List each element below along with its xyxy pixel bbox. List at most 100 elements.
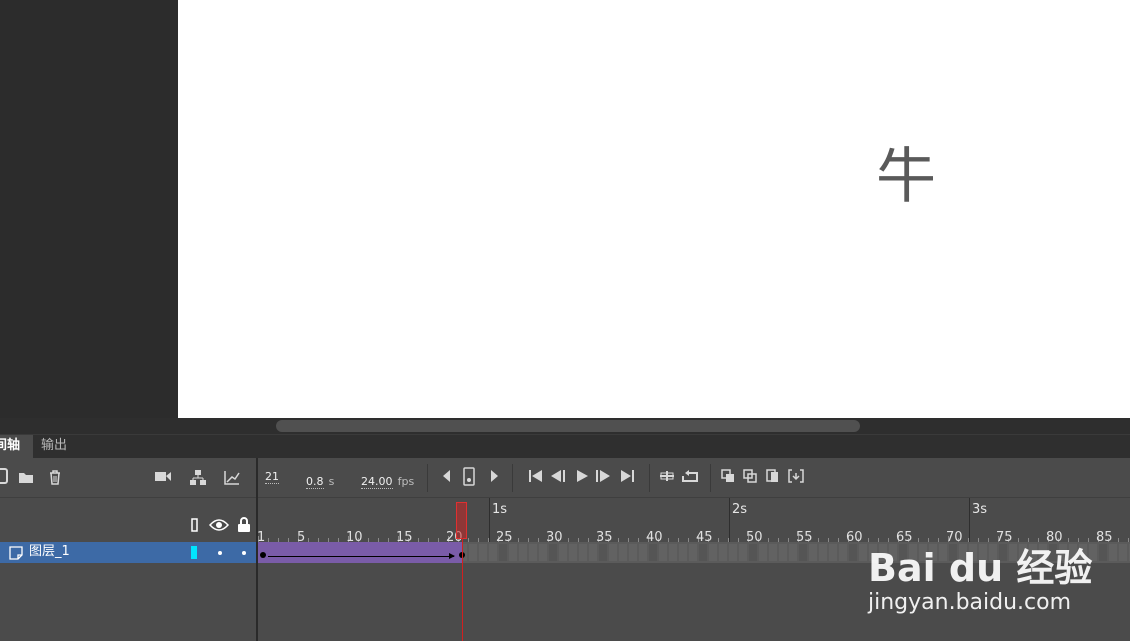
frame-cell [789,544,797,561]
play-icon[interactable] [572,469,592,487]
center-frame-icon[interactable] [657,469,677,487]
toolbar-separator [512,464,513,492]
toolbar-separator [710,464,711,492]
frame-cell [849,544,857,561]
go-to-first-frame-icon[interactable] [526,469,546,487]
loop-icon[interactable] [680,468,700,486]
left-panel [0,0,178,418]
frame-cell [539,544,547,561]
motion-editor-icon[interactable] [222,469,242,487]
frame-cell [689,544,697,561]
go-to-last-frame-icon[interactable] [617,469,637,487]
delete-layer-icon[interactable] [45,469,65,487]
playhead[interactable] [456,502,467,539]
lock-all-icon[interactable] [234,517,254,535]
stage-text-object[interactable]: 牛 [876,142,936,212]
layer-lock-dot[interactable] [242,551,246,555]
frame-cell [579,544,587,561]
frame-cell [529,544,537,561]
frame-cell [549,544,557,561]
layer-name[interactable]: 图层_1 [29,544,70,560]
tab-output[interactable]: 输出 [33,435,81,459]
frame-cell [499,544,507,561]
layer-outline-header-icon[interactable] [185,518,205,536]
panel-tab-bar: 间轴 输出 [0,434,1130,459]
frame-cell [469,544,477,561]
onion-skin-icon[interactable] [719,469,739,487]
second-label: 3s [972,502,988,517]
start-keyframe[interactable] [260,552,266,558]
frame-rate[interactable]: 24.00 fps [361,470,414,489]
modify-markers-icon[interactable] [786,469,806,487]
step-forward-icon[interactable] [593,469,613,487]
frame-cell [619,544,627,561]
frame-cell [659,544,667,561]
frame-cell [759,544,767,561]
frame-cell [669,544,677,561]
insert-keyframe-icon[interactable] [459,467,479,486]
frame-cell [769,544,777,561]
layer-parenting-icon[interactable] [188,469,208,487]
watermark-url: jingyan.baidu.com [868,590,1072,615]
layer-type-icon [8,545,24,561]
camera-icon[interactable] [153,469,173,487]
tab-timeline[interactable]: 间轴 [0,435,33,459]
elapsed-time[interactable]: 0.8 s [306,470,334,489]
layer-visibility-dot[interactable] [218,551,222,555]
scrollbar-thumb[interactable] [276,420,860,432]
tween-arrow-head [449,553,455,559]
frame-cell [1099,544,1107,561]
frame-cell [799,544,807,561]
second-label: 2s [732,502,748,517]
edit-multiple-frames-icon[interactable] [763,469,783,487]
elapsed-time-value[interactable]: 0.8 [306,475,324,489]
frame-cell [649,544,657,561]
frame-cell [829,544,837,561]
toolbar-separator [427,464,428,492]
frame-cell [749,544,757,561]
next-keyframe-icon[interactable] [484,469,504,487]
tween-arrow [268,556,454,557]
frame-cell [679,544,687,561]
frame-cell [489,544,497,561]
fps-value[interactable]: 24.00 [361,475,393,489]
layer-row[interactable]: 图层_1 [0,542,256,563]
frame-cell [819,544,827,561]
frame-cell [719,544,727,561]
frame-cell [589,544,597,561]
watermark-logo: Bai du 经验 [868,546,1093,590]
frame-cell [559,544,567,561]
frame-cell [709,544,717,561]
frame-cell [519,544,527,561]
layer-outline-color[interactable] [191,546,197,559]
stage-horizontal-scrollbar[interactable] [0,418,1130,434]
frame-cell [569,544,577,561]
onion-skin-outlines-icon[interactable] [741,469,761,487]
playhead-line [462,538,463,641]
step-back-icon[interactable] [549,469,569,487]
frame-cell [509,544,517,561]
fps-unit: fps [397,475,415,488]
second-marker [969,498,970,542]
current-frame-value[interactable]: 21 [265,470,279,484]
frame-cell [599,544,607,561]
new-layer-icon[interactable] [0,468,12,486]
frame-cell [629,544,637,561]
frame-cell [739,544,747,561]
toolbar-separator [649,464,650,492]
new-folder-icon[interactable] [16,469,36,487]
frame-cell [639,544,647,561]
frame-cell [779,544,787,561]
second-marker [489,498,490,542]
motion-tween-span[interactable] [258,542,465,563]
frame-cell [1119,544,1127,561]
frame-cell [729,544,737,561]
frame-cell [1109,544,1117,561]
frame-cell [859,544,867,561]
stage-canvas[interactable]: 牛 [178,0,1130,418]
prev-keyframe-icon[interactable] [437,469,457,487]
frame-cell [809,544,817,561]
frame-cell [479,544,487,561]
show-hide-all-icon[interactable] [208,518,230,536]
frame-cell [609,544,617,561]
